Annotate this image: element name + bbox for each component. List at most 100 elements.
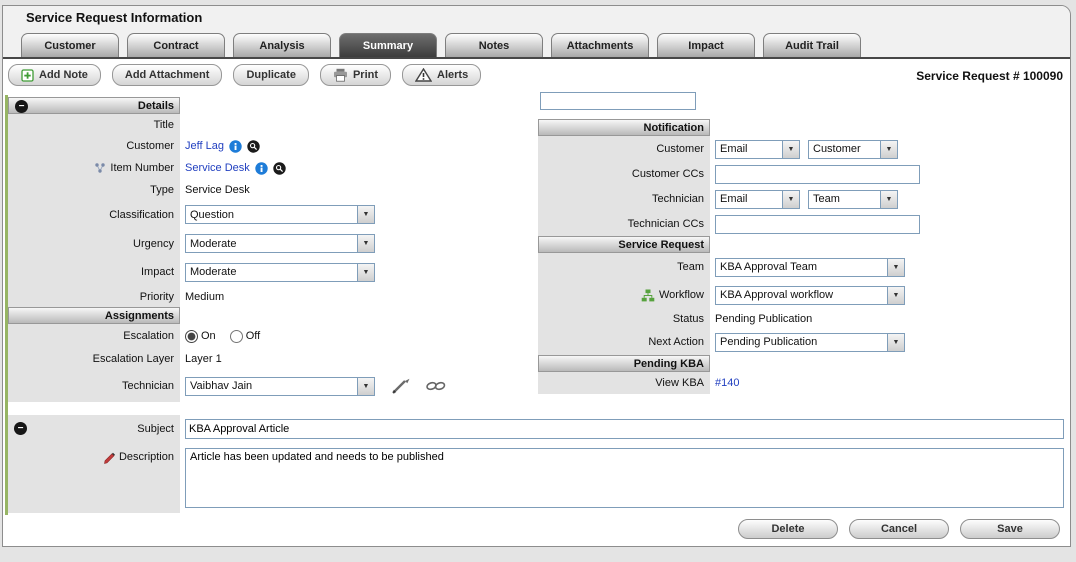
type-label: Type (150, 184, 174, 196)
add-note-button[interactable]: Add Note (8, 64, 101, 86)
chevron-down-icon[interactable]: ▼ (357, 378, 374, 395)
details-header-label: Details (138, 100, 174, 112)
unassign-technician-icon[interactable] (425, 379, 447, 393)
next-action-label: Next Action (648, 336, 704, 348)
collapse-subject-icon[interactable]: − (14, 422, 27, 435)
item-relationship-icon[interactable] (94, 162, 106, 174)
delete-button[interactable]: Delete (738, 519, 838, 539)
tab-impact[interactable]: Impact (657, 33, 755, 57)
tab-summary[interactable]: Summary (339, 33, 437, 57)
workflow-label: Workflow (659, 289, 704, 301)
title-row: Title (8, 114, 536, 135)
chevron-down-icon[interactable]: ▼ (357, 264, 374, 281)
impact-label: Impact (141, 266, 174, 278)
chevron-down-icon[interactable]: ▼ (880, 191, 897, 208)
escalation-on-label: On (201, 330, 216, 342)
escalation-on-radio[interactable] (185, 330, 198, 343)
search-icon[interactable] (247, 140, 260, 153)
tab-notes[interactable]: Notes (445, 33, 543, 57)
alerts-button[interactable]: Alerts (402, 64, 481, 86)
add-attachment-button[interactable]: Add Attachment (112, 64, 223, 86)
alert-icon (415, 68, 432, 82)
collapse-details-icon[interactable]: − (15, 100, 28, 113)
next-action-selected-value: Pending Publication (716, 334, 887, 351)
customer-ccs-row: Customer CCs (538, 162, 1069, 186)
cancel-button[interactable]: Cancel (849, 519, 949, 539)
print-label: Print (353, 69, 378, 81)
print-button[interactable]: Print (320, 64, 391, 86)
notification-header-label: Notification (644, 122, 705, 134)
customer-label: Customer (126, 140, 174, 152)
chevron-down-icon[interactable]: ▼ (887, 334, 904, 351)
request-number: Service Request # 100090 (916, 69, 1063, 83)
tab-attachments[interactable]: Attachments (551, 33, 649, 57)
save-button[interactable]: Save (960, 519, 1060, 539)
escalate-technician-icon[interactable] (390, 378, 414, 395)
view-kba-label: View KBA (655, 377, 704, 389)
chevron-down-icon[interactable]: ▼ (357, 235, 374, 252)
technician-ccs-input[interactable] (715, 215, 920, 234)
chevron-down-icon[interactable]: ▼ (357, 206, 374, 223)
search-icon[interactable] (273, 162, 286, 175)
title-label: Title (154, 119, 174, 131)
urgency-select[interactable]: Moderate ▼ (185, 234, 375, 253)
urgency-row: Urgency Moderate ▼ (8, 229, 536, 258)
notification-panel: Notification Customer Email ▼ Customer ▼… (538, 92, 1069, 394)
page-title: Service Request Information (26, 10, 202, 25)
title-input[interactable] (540, 92, 696, 110)
priority-value: Medium (185, 291, 224, 303)
subject-row: Subject (8, 415, 1066, 443)
tab-audit-trail[interactable]: Audit Trail (763, 33, 861, 57)
chevron-down-icon[interactable]: ▼ (880, 141, 897, 158)
escalation-label: Escalation (123, 330, 174, 342)
team-select[interactable]: KBA Approval Team ▼ (715, 258, 905, 277)
tab-analysis[interactable]: Analysis (233, 33, 331, 57)
chevron-down-icon[interactable]: ▼ (887, 259, 904, 276)
status-value: Pending Publication (715, 313, 812, 325)
technician-ccs-label: Technician CCs (628, 218, 704, 230)
item-number-label: Item Number (110, 162, 174, 174)
escalation-layer-row: Escalation Layer Layer 1 (8, 348, 536, 370)
subject-input[interactable] (185, 419, 1064, 439)
chevron-down-icon[interactable]: ▼ (887, 287, 904, 304)
escalation-off-radio[interactable] (230, 330, 243, 343)
notify-customer-recipient-select[interactable]: Customer ▼ (808, 140, 898, 159)
tab-customer[interactable]: Customer (21, 33, 119, 57)
info-icon[interactable] (255, 162, 268, 175)
assignments-section-header: Assignments (8, 307, 180, 324)
info-icon[interactable] (229, 140, 242, 153)
notify-technician-method-select[interactable]: Email ▼ (715, 190, 800, 209)
chevron-down-icon[interactable]: ▼ (782, 141, 799, 158)
pending-kba-header-label: Pending KBA (634, 358, 704, 370)
customer-ccs-input[interactable] (715, 165, 920, 184)
workflow-select[interactable]: KBA Approval workflow ▼ (715, 286, 905, 305)
classification-label: Classification (109, 209, 174, 221)
tab-contract[interactable]: Contract (127, 33, 225, 57)
impact-select[interactable]: Moderate ▼ (185, 263, 375, 282)
workflow-icon[interactable] (641, 289, 655, 302)
technician-label: Technician (122, 380, 174, 392)
classification-select[interactable]: Question ▼ (185, 205, 375, 224)
urgency-label: Urgency (133, 238, 174, 250)
notify-customer-method-select[interactable]: Email ▼ (715, 140, 800, 159)
urgency-selected-value: Moderate (186, 235, 357, 252)
details-panel: − Details Title Customer Jeff Lag Item N… (8, 97, 536, 402)
escalation-layer-value: Layer 1 (185, 353, 222, 365)
notify-technician-label: Technician (652, 193, 704, 205)
details-section-header: − Details (8, 97, 180, 114)
notify-technician-recipient-select[interactable]: Team ▼ (808, 190, 898, 209)
technician-select[interactable]: Vaibhav Jain ▼ (185, 377, 375, 396)
service-request-window: Service Request Information Customer Con… (0, 0, 1076, 562)
edit-description-icon[interactable] (102, 451, 115, 464)
add-note-icon (21, 69, 34, 82)
customer-link[interactable]: Jeff Lag (185, 140, 224, 152)
notify-customer-row: Customer Email ▼ Customer ▼ (538, 136, 1069, 162)
item-number-link[interactable]: Service Desk (185, 162, 250, 174)
duplicate-button[interactable]: Duplicate (233, 64, 309, 86)
chevron-down-icon[interactable]: ▼ (782, 191, 799, 208)
escalation-off-label: Off (246, 330, 260, 342)
tab-bar: Customer Contract Analysis Summary Notes… (21, 33, 861, 57)
next-action-select[interactable]: Pending Publication ▼ (715, 333, 905, 352)
view-kba-link[interactable]: #140 (715, 377, 739, 389)
description-textarea[interactable]: Article has been updated and needs to be… (185, 448, 1064, 508)
